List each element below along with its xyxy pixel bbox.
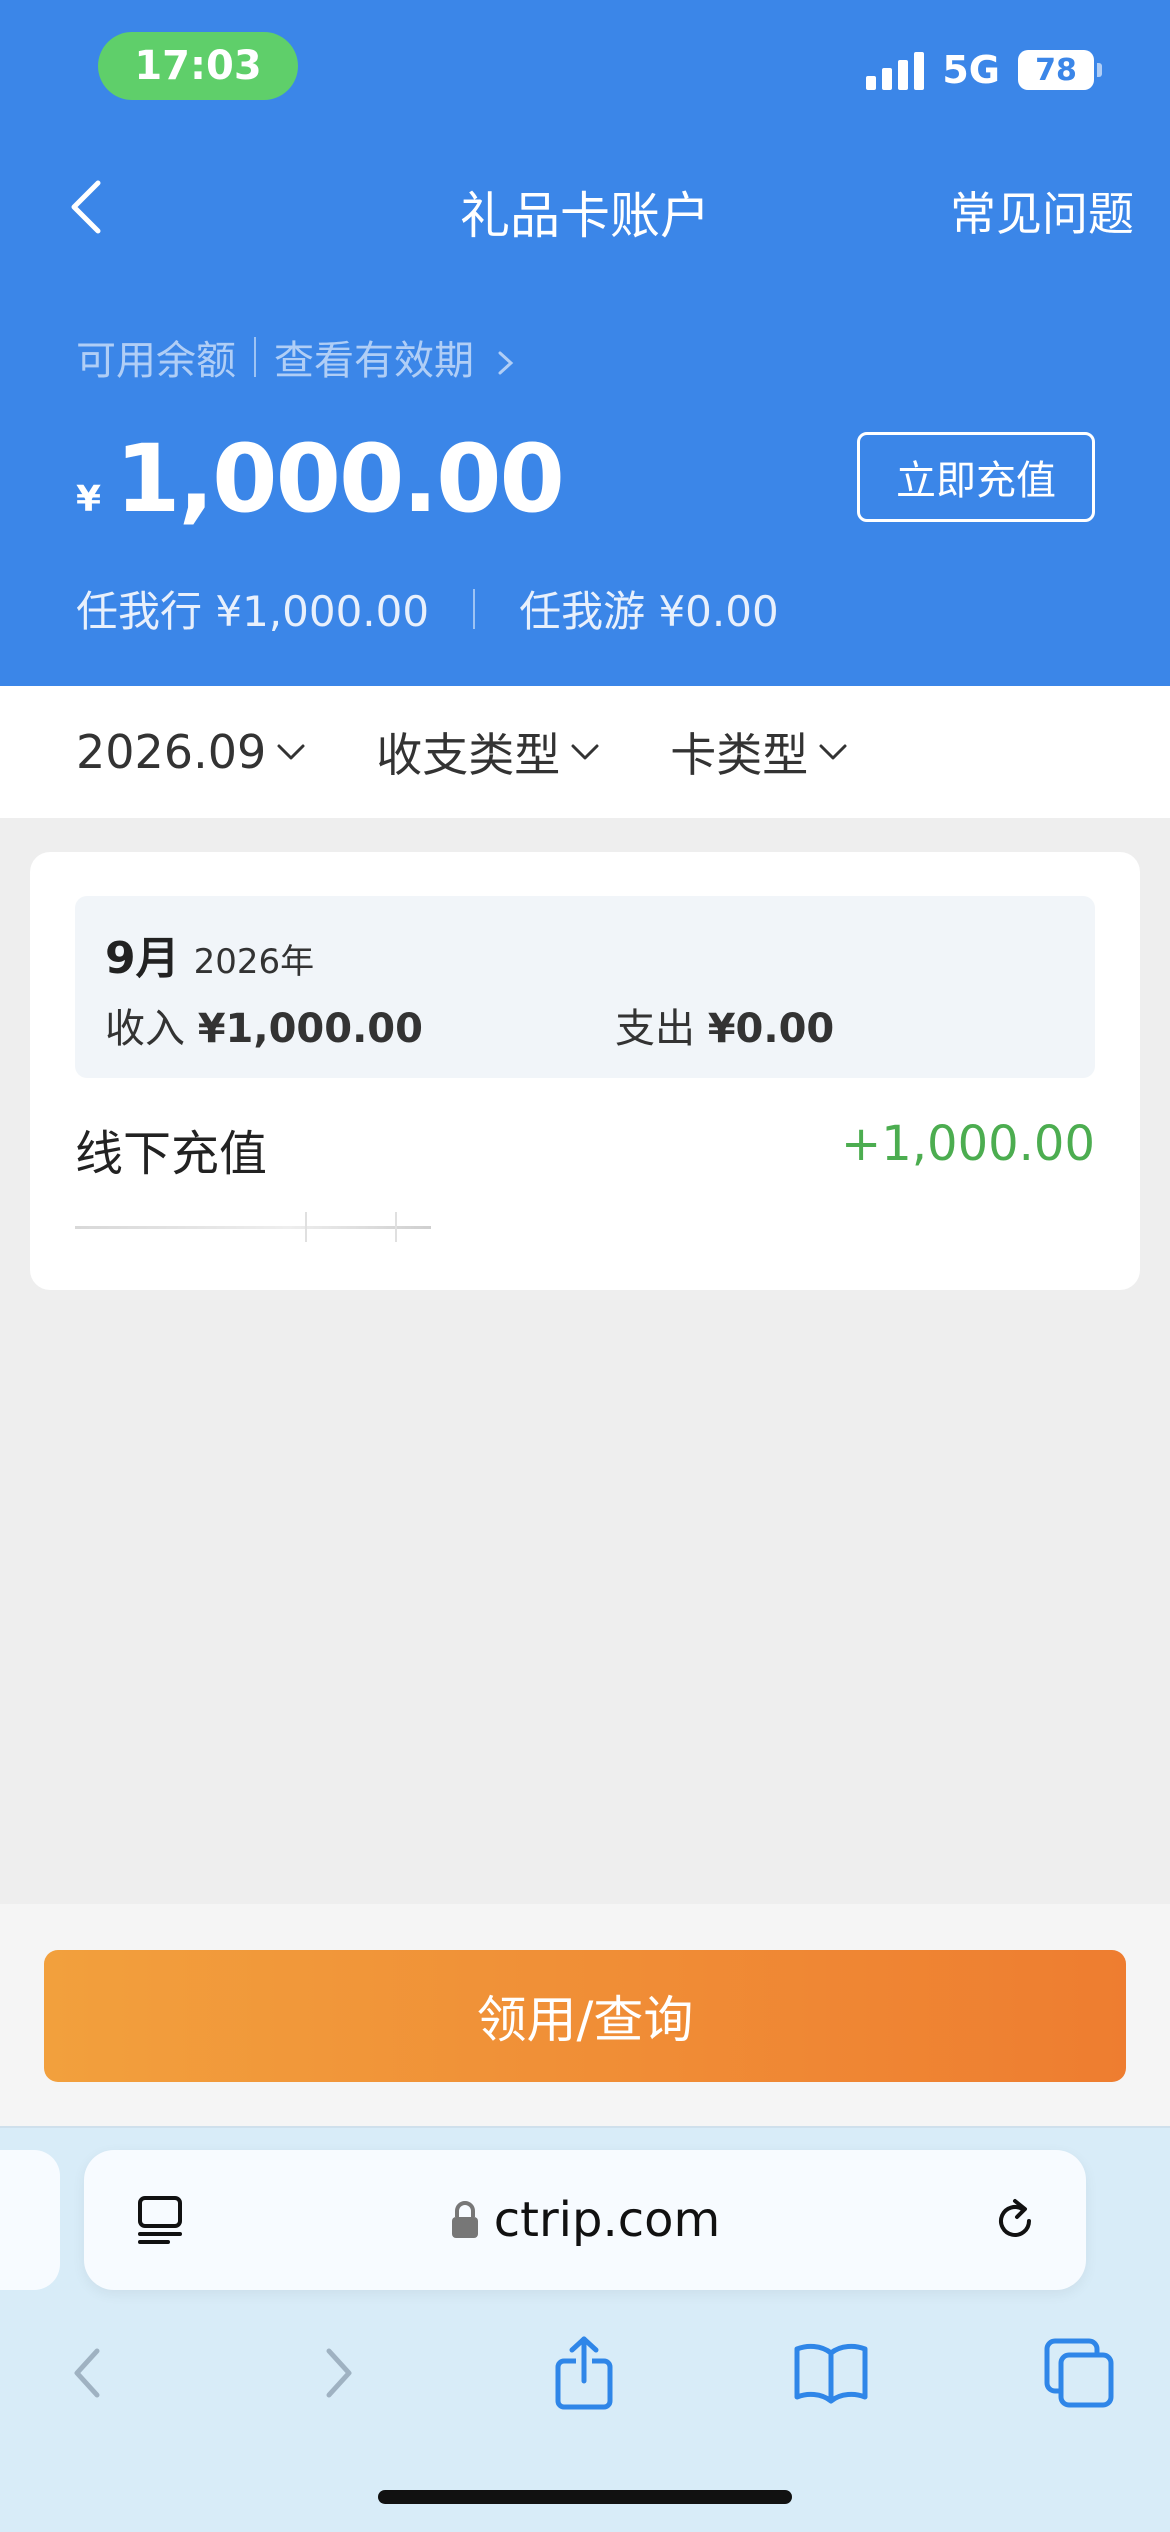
view-validity-link[interactable]: 查看有效期	[274, 328, 517, 386]
chevron-down-icon	[819, 744, 847, 760]
income-value: ¥1,000.00	[197, 1006, 423, 1052]
year-label: 2026年	[193, 942, 315, 982]
income-label: 收入	[105, 1006, 185, 1052]
filter-card-type-label: 卡类型	[670, 728, 809, 782]
network-type: 5G	[942, 48, 1000, 92]
expense-value: ¥0.00	[707, 1006, 835, 1052]
balance-amount: ¥ 1,000.00	[76, 425, 565, 534]
chevron-down-icon	[277, 744, 305, 760]
status-indicators: 5G 78	[866, 46, 1102, 94]
url-text: ctrip.com	[493, 2192, 721, 2248]
expense-summary: 支出 ¥0.00	[615, 996, 834, 1054]
status-time: 17:03	[98, 32, 298, 100]
expense-label: 支出	[615, 1006, 695, 1052]
previous-tab-peek[interactable]	[0, 2150, 60, 2290]
chevron-right-icon	[498, 351, 513, 375]
sub-balances: 任我行 ¥1,000.00 任我游 ¥0.00	[76, 578, 779, 639]
browser-chrome: ctrip.com	[0, 2126, 1170, 2532]
transaction-title[interactable]: 线下充值	[75, 1114, 267, 1184]
chevron-left-icon	[71, 180, 101, 234]
balance-value: 1,000.00	[115, 425, 565, 534]
browser-forward-icon[interactable]	[294, 2318, 384, 2428]
renwoyou-balance: 任我游 ¥0.00	[519, 587, 779, 636]
transaction-meta-redacted	[75, 1212, 431, 1242]
divider	[473, 588, 476, 629]
topup-button[interactable]: 立即充值	[857, 432, 1095, 522]
gift-card-account-page: 17:03 5G 78 礼品卡账户 常见问题 可用余额 查看有效期 ¥ 1,00…	[0, 0, 1170, 2532]
filter-type-label: 收支类型	[376, 728, 561, 782]
balance-label-row: 可用余额 查看有效期	[76, 328, 517, 386]
tabs-icon[interactable]	[1034, 2318, 1124, 2428]
lock-icon	[451, 2201, 478, 2238]
filter-type[interactable]: 收支类型	[376, 719, 600, 785]
divider	[254, 337, 256, 377]
available-balance-label: 可用余额	[76, 338, 236, 384]
filter-month-label: 2026.09	[76, 725, 267, 779]
battery-level: 78	[1035, 52, 1077, 88]
faq-link[interactable]: 常见问题	[950, 178, 1134, 244]
view-validity-label: 查看有效期	[274, 338, 474, 384]
month-label: 9月	[105, 933, 180, 984]
currency-symbol: ¥	[76, 479, 102, 520]
renwoxing-balance: 任我行 ¥1,000.00	[76, 587, 430, 636]
browser-back-icon[interactable]	[42, 2318, 132, 2428]
reload-icon[interactable]	[984, 2190, 1046, 2252]
bookmarks-icon[interactable]	[786, 2318, 876, 2428]
url-display: ctrip.com	[84, 2150, 1086, 2290]
income-summary: 收入 ¥1,000.00	[105, 996, 423, 1054]
signal-icon	[866, 50, 925, 90]
browser-toolbar	[0, 2318, 1170, 2428]
battery-icon: 78	[1018, 50, 1102, 90]
address-bar[interactable]: ctrip.com	[84, 2150, 1086, 2290]
filter-card-type[interactable]: 卡类型	[670, 719, 848, 785]
filter-month[interactable]: 2026.09	[76, 725, 306, 779]
transaction-amount: +1,000.00	[841, 1116, 1095, 1172]
home-indicator	[378, 2490, 792, 2504]
month-summary: 9月 2026年 收入 ¥1,000.00 支出 ¥0.00	[75, 896, 1095, 1078]
share-icon[interactable]	[539, 2318, 629, 2428]
month-heading: 9月 2026年	[105, 922, 314, 986]
bottom-action-area: 领用/查询	[0, 1904, 1170, 2126]
claim-query-button[interactable]: 领用/查询	[44, 1950, 1126, 2082]
transactions-card: 9月 2026年 收入 ¥1,000.00 支出 ¥0.00 线下充值 +1,0…	[30, 852, 1140, 1290]
filter-bar: 2026.09 收支类型 卡类型	[0, 686, 1170, 818]
back-button[interactable]	[56, 172, 116, 242]
balance-header: 17:03 5G 78 礼品卡账户 常见问题 可用余额 查看有效期 ¥ 1,00…	[0, 0, 1170, 686]
chevron-down-icon	[571, 744, 599, 760]
